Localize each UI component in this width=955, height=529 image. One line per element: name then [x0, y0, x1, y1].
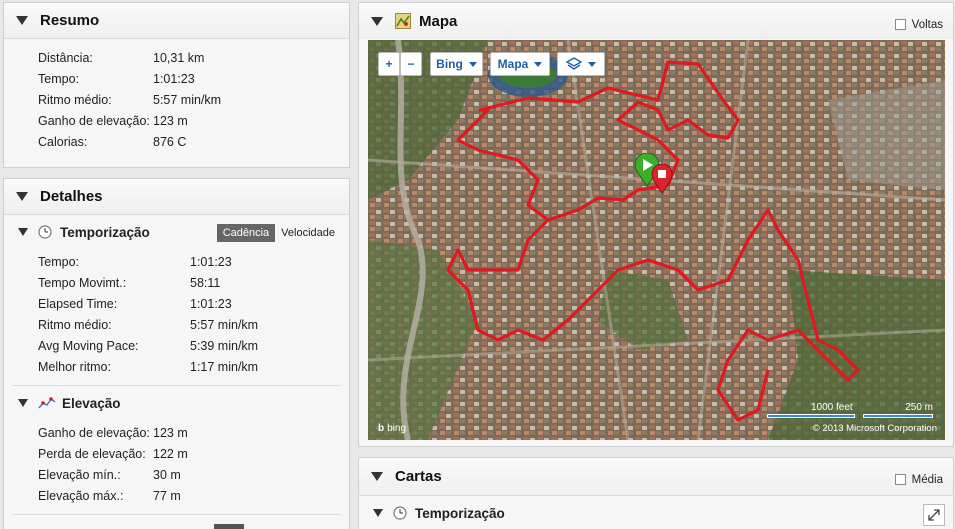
elevacao-row: Perda de elevação: 122 m — [38, 446, 188, 461]
scale-meters-label: 250 m — [905, 402, 933, 413]
detalhes-title: Detalhes — [40, 188, 103, 205]
clock-icon — [38, 225, 52, 239]
layers-icon — [566, 57, 582, 70]
scroll-marker[interactable] — [214, 524, 244, 529]
resumo-row: Distância: 10,31 km — [38, 50, 205, 65]
collapse-icon[interactable] — [18, 399, 28, 407]
chevron-down-icon — [588, 61, 596, 67]
media-label: Média — [911, 474, 943, 486]
zoom-in-button[interactable]: + — [378, 52, 400, 76]
cartas-title: Cartas — [395, 468, 442, 485]
resumo-panel: Resumo Distância: 10,31 km Tempo: 1:01:23 … — [3, 2, 350, 168]
temporizacao-row: Ritmo médio: 5:57 min/km — [38, 317, 259, 332]
media-toggle[interactable]: Média — [894, 474, 943, 486]
collapse-icon[interactable] — [16, 16, 28, 25]
map-scale: 1000 feet 250 m — [767, 402, 937, 418]
resumo-list: Distância: 10,31 km Tempo: 1:01:23 Ritmo m… — [4, 39, 349, 152]
bing-logo-text: bing — [387, 423, 407, 434]
mapa-header[interactable]: Mapa Voltas — [359, 3, 953, 39]
elevacao-header[interactable]: Elevação — [12, 386, 341, 420]
temporizacao-list: Tempo: 1:01:23 Tempo Movimt.: 58:11 Elapse… — [12, 249, 341, 377]
temporizacao-row: Melhor ritmo: 1:17 min/km — [38, 359, 259, 374]
elevacao-row: Elevação mín.: 30 m — [38, 467, 181, 482]
detalhes-panel: Detalhes Temporização Cadência Velocidad… — [3, 178, 350, 529]
chevron-down-icon — [534, 61, 543, 67]
expand-button[interactable] — [923, 504, 945, 526]
cartas-header[interactable]: Cartas Média — [359, 458, 953, 496]
mapa-panel: Mapa Voltas + − Bing Mapa 1000 feet 250 … — [358, 2, 954, 447]
map-type-label: Mapa — [497, 57, 529, 71]
collapse-icon[interactable] — [371, 472, 383, 481]
scale-bar-feet — [767, 414, 855, 418]
collapse-icon[interactable] — [16, 192, 28, 201]
cartas-panel: Cartas Média Temporização — [358, 457, 954, 529]
map-icon — [395, 13, 411, 29]
elevacao-title: Elevação — [62, 395, 121, 411]
scale-feet-label: 1000 feet — [811, 402, 853, 413]
cartas-temporizacao-header[interactable]: Temporização — [359, 496, 953, 529]
expand-icon — [928, 509, 940, 521]
collapse-icon[interactable] — [373, 509, 383, 517]
map-copyright: © 2013 Microsoft Corporation — [812, 423, 937, 434]
temporizacao-row: Elapsed Time: 1:01:23 — [38, 296, 232, 311]
temporizacao-row: Tempo Movimt.: 58:11 — [38, 275, 221, 290]
elevacao-row: Ganho de elevação: 123 m — [38, 425, 188, 440]
resumo-row: Tempo: 1:01:23 — [38, 71, 195, 86]
media-checkbox[interactable] — [894, 474, 906, 486]
resumo-row: Calorias: 876 C — [38, 134, 187, 149]
map-provider-dropdown[interactable]: Bing — [430, 52, 483, 76]
resumo-title: Resumo — [40, 12, 100, 29]
clock-icon — [393, 506, 407, 520]
collapse-icon[interactable] — [18, 228, 28, 236]
resumo-header[interactable]: Resumo — [4, 3, 349, 39]
tab-cadencia[interactable]: Cadência — [216, 224, 276, 242]
temporizacao-row: Avg Moving Pace: 5:39 min/km — [38, 338, 259, 353]
chart-tab-group: Cadência Velocidade — [216, 224, 341, 242]
zoom-out-button[interactable]: − — [400, 52, 422, 76]
bing-logo-icon: b — [378, 423, 385, 434]
map-view[interactable]: + − Bing Mapa 1000 feet 250 m © 2013 Mic… — [368, 40, 945, 440]
map-provider-label: Bing — [436, 57, 463, 71]
voltas-label: Voltas — [911, 19, 943, 31]
mapa-title: Mapa — [419, 12, 458, 30]
bing-logo: b bing — [378, 423, 406, 434]
resumo-row: Ritmo médio: 5:57 min/km — [38, 92, 222, 107]
map-layers-dropdown[interactable] — [557, 52, 605, 76]
collapse-icon[interactable] — [371, 16, 383, 26]
temporizacao-row: Tempo: 1:01:23 — [38, 254, 232, 269]
tab-velocidade[interactable]: Velocidade — [275, 224, 341, 242]
detalhes-header[interactable]: Detalhes — [4, 179, 349, 215]
voltas-checkbox[interactable] — [894, 19, 906, 31]
cartas-temporizacao-title: Temporização — [415, 505, 505, 521]
map-type-dropdown[interactable]: Mapa — [490, 52, 550, 76]
elevacao-row: Elevação máx.: 77 m — [38, 488, 181, 503]
resumo-row: Ganho de elevação: 123 m — [38, 113, 188, 128]
temporizacao-title: Temporização — [60, 224, 150, 240]
scale-bar-meters — [863, 414, 933, 418]
elevation-chart-icon — [38, 397, 56, 409]
end-marker-icon[interactable] — [651, 164, 673, 194]
elevacao-list: Ganho de elevação: 123 m Perda de elevaçã… — [12, 420, 341, 506]
aerial-imagery — [368, 40, 945, 440]
voltas-toggle[interactable]: Voltas — [894, 19, 943, 31]
chevron-down-icon — [468, 61, 477, 67]
section-divider — [12, 514, 341, 515]
